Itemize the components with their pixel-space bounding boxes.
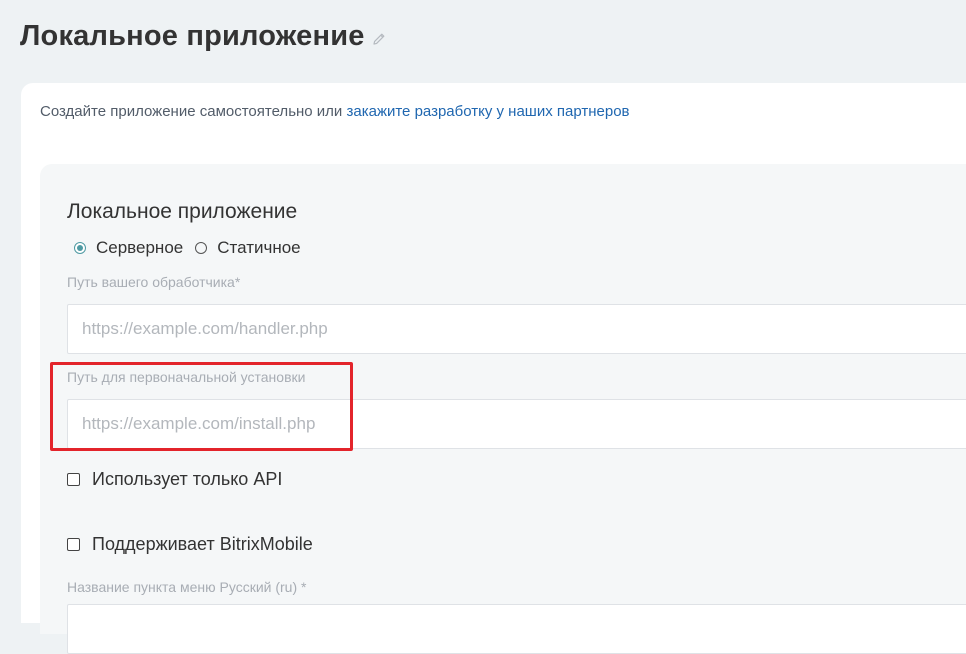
- bitrix-mobile-label[interactable]: Поддерживает BitrixMobile: [92, 534, 313, 555]
- partners-link[interactable]: закажите разработку у наших партнеров: [346, 103, 629, 120]
- install-path-input[interactable]: [67, 399, 966, 449]
- radio-server[interactable]: [74, 242, 86, 254]
- intro-text: Создайте приложение самостоятельно или з…: [40, 103, 630, 120]
- intro-label: Создайте приложение самостоятельно или: [40, 103, 347, 120]
- radio-static-label[interactable]: Статичное: [217, 238, 300, 258]
- bitrix-mobile-checkbox[interactable]: [67, 538, 80, 551]
- menu-name-input[interactable]: [67, 604, 966, 654]
- radio-static[interactable]: [195, 242, 208, 254]
- page-header: Локальное приложение: [20, 20, 387, 53]
- menu-name-label: Название пункта меню Русский (ru) *: [67, 579, 307, 595]
- api-only-option[interactable]: Использует только API: [67, 469, 282, 490]
- page-title: Локальное приложение: [20, 20, 365, 52]
- handler-path-label: Путь вашего обработчика*: [67, 274, 241, 290]
- content-card: Создайте приложение самостоятельно или з…: [21, 83, 966, 654]
- pencil-icon[interactable]: [371, 31, 387, 47]
- app-type-radio-group: Серверное Статичное: [74, 238, 313, 258]
- bitrix-mobile-option[interactable]: Поддерживает BitrixMobile: [67, 534, 313, 555]
- api-only-checkbox[interactable]: [67, 473, 80, 486]
- section-title: Локальное приложение: [67, 200, 298, 223]
- api-only-label[interactable]: Использует только API: [92, 469, 282, 490]
- local-app-form: Локальное приложение Серверное Статичное…: [40, 164, 966, 654]
- install-path-label: Путь для первоначальной установки: [67, 369, 306, 385]
- radio-server-label[interactable]: Серверное: [96, 238, 183, 258]
- handler-path-input[interactable]: [67, 304, 966, 354]
